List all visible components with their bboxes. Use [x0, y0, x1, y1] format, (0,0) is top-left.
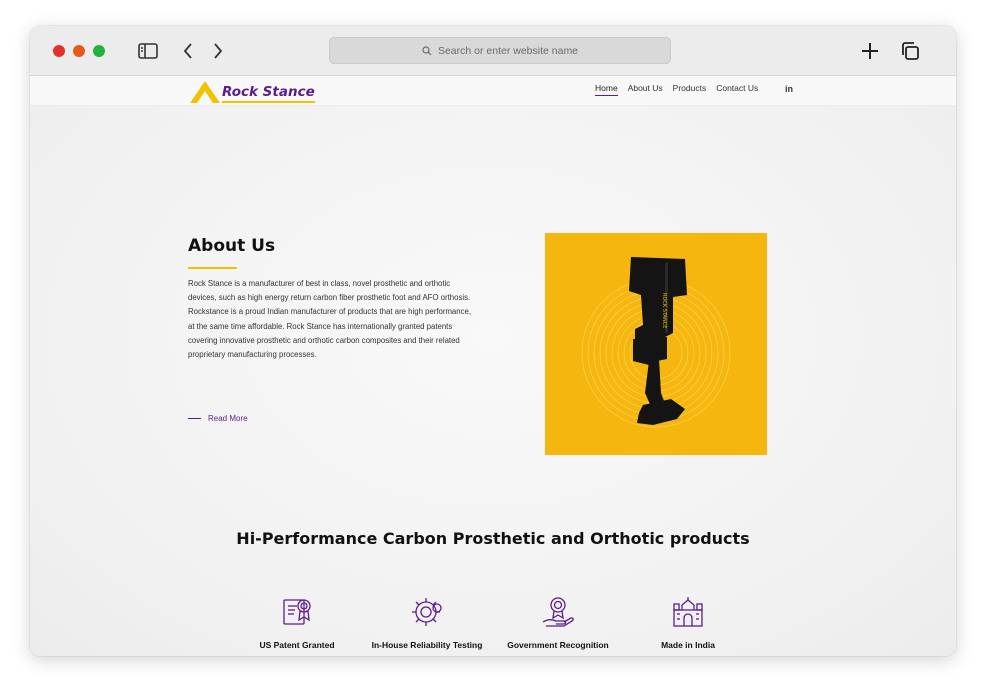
sidebar-toggle-icon[interactable]	[137, 40, 159, 62]
address-bar[interactable]: Search or enter website name	[329, 37, 671, 64]
feature-label: US Patent Granted	[259, 640, 335, 650]
forward-arrow-icon[interactable]	[206, 40, 228, 62]
feature-label: Made in India	[661, 640, 715, 650]
patent-certificate-icon	[283, 599, 311, 625]
nav-about-us[interactable]: About Us	[628, 83, 663, 96]
feature-us-patent: US Patent Granted	[227, 594, 367, 650]
back-arrow-icon[interactable]	[178, 40, 200, 62]
about-title-underline	[188, 267, 237, 269]
address-bar-placeholder: Search or enter website name	[437, 44, 579, 57]
tab-overview-icon[interactable]	[899, 40, 921, 62]
search-icon	[422, 45, 432, 55]
new-tab-icon[interactable]	[859, 40, 881, 62]
browser-toolbar: Search or enter website name	[30, 26, 956, 76]
about-description: Rock Stance is a manufacturer of best in…	[188, 279, 472, 360]
nav-home[interactable]: Home	[595, 83, 618, 96]
nav-products[interactable]: Products	[673, 83, 707, 96]
about-title: About Us	[188, 236, 276, 256]
products-section-title: Hi-Performance Carbon Prosthetic and Ort…	[236, 529, 750, 548]
logo-text: Rock Stance	[222, 85, 315, 103]
browser-window: Search or enter website name Rock Stance…	[30, 26, 956, 656]
feature-reliability-testing: In-House Reliability Testing	[357, 594, 497, 650]
close-window-button[interactable]	[53, 45, 65, 57]
svg-text:ROCK STANCE: ROCK STANCE	[661, 293, 667, 328]
award-hand-icon	[542, 597, 574, 627]
read-more-link[interactable]: Read More	[188, 414, 248, 423]
afo-orthosis-product-image: ROCK STANCE	[545, 233, 767, 455]
linkedin-icon[interactable]: in	[785, 84, 793, 94]
gear-testing-icon	[412, 598, 442, 626]
site-logo[interactable]: Rock Stance	[188, 77, 315, 103]
feature-label: In-House Reliability Testing	[371, 640, 483, 650]
read-more-label: Read More	[208, 414, 248, 423]
maximize-window-button[interactable]	[93, 45, 105, 57]
web-page: Rock Stance Home About Us Products Conta…	[30, 76, 956, 656]
feature-government-recognition: Government Recognition	[488, 594, 628, 650]
india-monument-icon	[673, 597, 703, 627]
site-header: Rock Stance Home About Us Products Conta…	[30, 76, 956, 106]
read-more-line	[188, 418, 201, 419]
logo-mountain-icon	[190, 81, 220, 103]
feature-made-in-india: Made in India	[618, 594, 758, 650]
nav-contact-us[interactable]: Contact Us	[716, 83, 758, 96]
minimize-window-button[interactable]	[73, 45, 85, 57]
feature-label: Government Recognition	[507, 640, 609, 650]
main-nav: Home About Us Products Contact Us	[595, 83, 758, 96]
